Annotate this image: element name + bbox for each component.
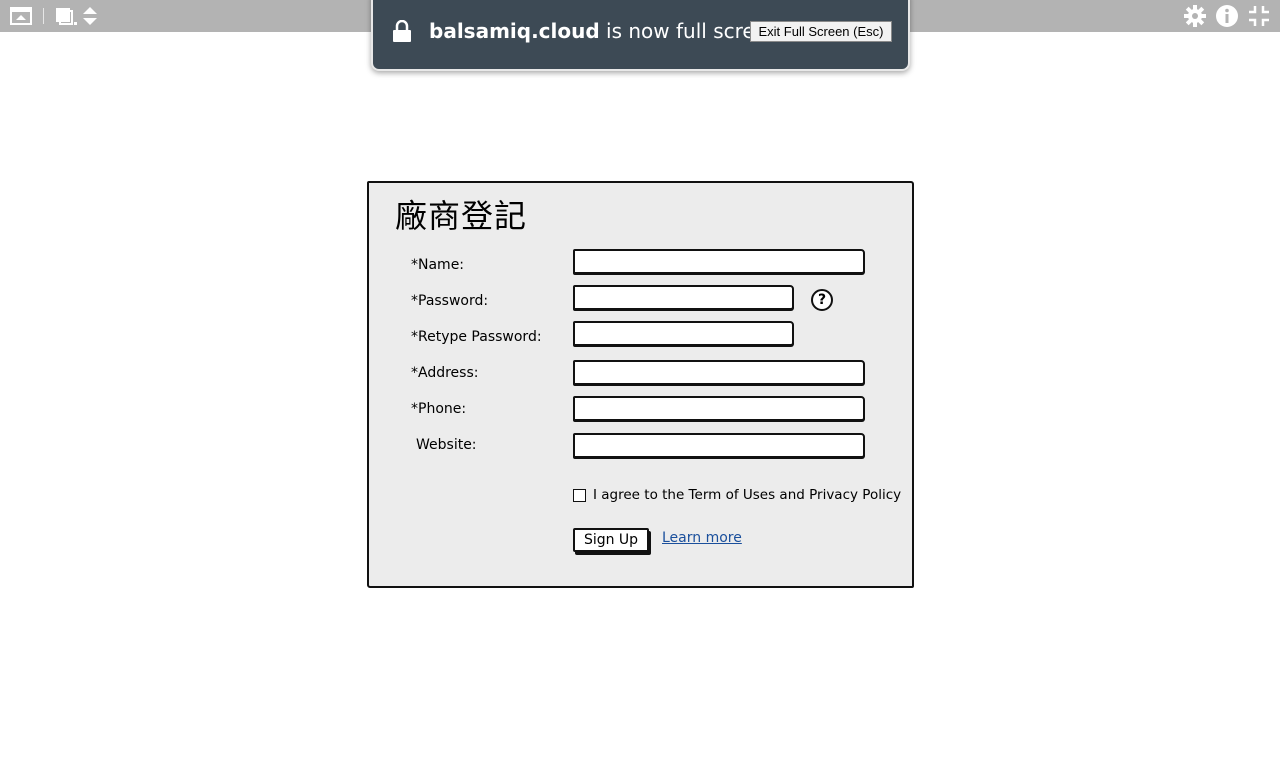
gear-icon[interactable] bbox=[1182, 0, 1208, 32]
password-input[interactable] bbox=[573, 285, 794, 310]
registration-form: 廠商登記 *Name: *Password: ? *Retype Passwor… bbox=[367, 181, 914, 588]
exit-fullscreen-icon[interactable] bbox=[1246, 0, 1272, 32]
learn-more-link[interactable]: Learn more bbox=[662, 530, 742, 546]
info-icon[interactable] bbox=[1214, 0, 1240, 32]
agree-label: I agree to the Term of Uses and Privacy … bbox=[593, 487, 902, 503]
fullscreen-message: balsamiq.cloud is now full screen bbox=[429, 19, 780, 43]
form-title: 廠商登記 bbox=[395, 197, 528, 235]
agree-checkbox[interactable] bbox=[573, 489, 586, 502]
name-input[interactable] bbox=[573, 249, 865, 274]
lock-icon bbox=[392, 19, 412, 46]
website-input[interactable] bbox=[573, 433, 865, 458]
address-label: *Address: bbox=[411, 365, 479, 381]
fullscreen-domain: balsamiq.cloud bbox=[429, 19, 600, 43]
retype-password-label: *Retype Password: bbox=[411, 329, 542, 345]
help-icon[interactable]: ? bbox=[811, 289, 833, 311]
fullscreen-notification: balsamiq.cloud is now full screen Exit F… bbox=[371, 0, 910, 71]
name-label: *Name: bbox=[411, 257, 465, 273]
website-label: Website: bbox=[416, 437, 477, 453]
address-input[interactable] bbox=[573, 360, 865, 385]
exit-fullscreen-button[interactable]: Exit Full Screen (Esc) bbox=[750, 21, 892, 42]
sign-up-button[interactable]: Sign Up bbox=[573, 528, 649, 552]
password-label: *Password: bbox=[411, 293, 489, 309]
retype-password-input[interactable] bbox=[573, 321, 794, 346]
phone-input[interactable] bbox=[573, 396, 865, 421]
phone-label: *Phone: bbox=[411, 401, 467, 417]
